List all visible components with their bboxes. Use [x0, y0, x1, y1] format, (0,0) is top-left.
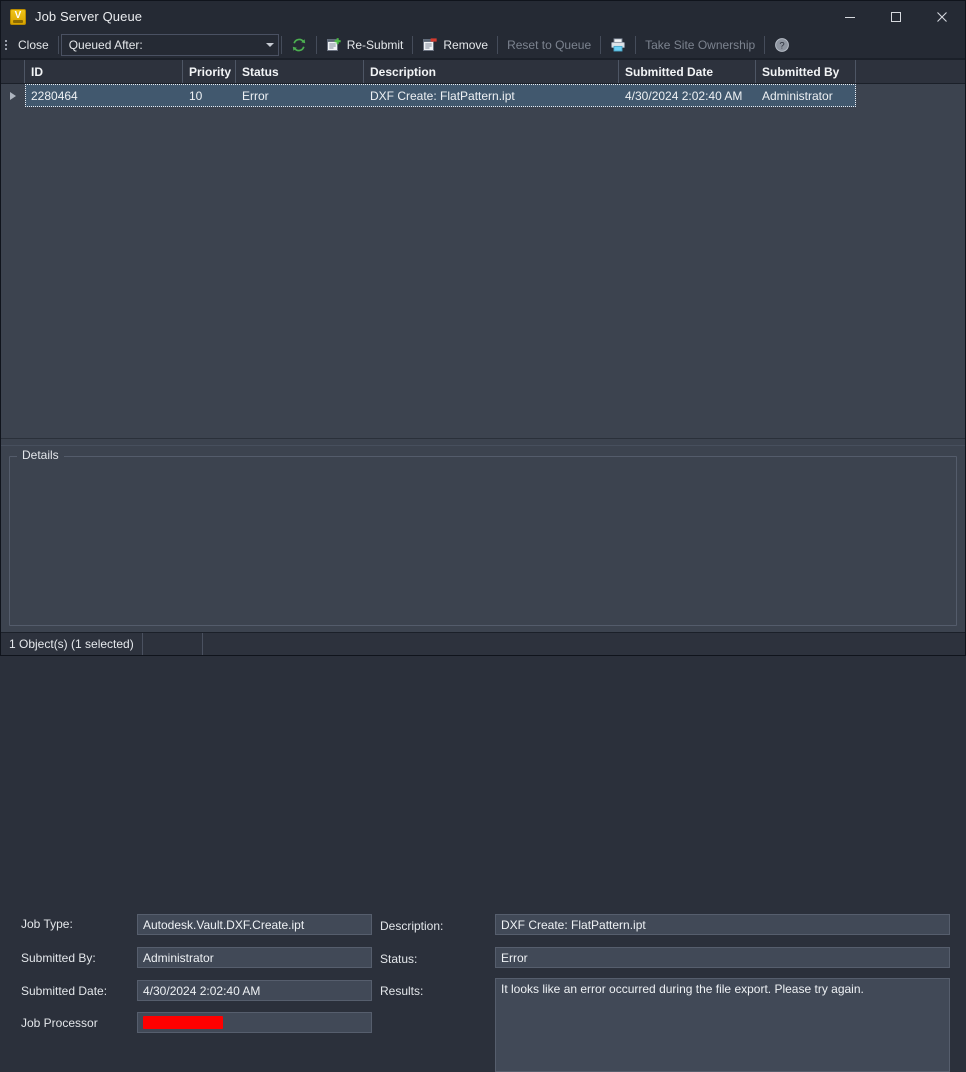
close-icon[interactable] [919, 1, 965, 32]
grid-header-id[interactable]: ID [25, 60, 183, 83]
printer-icon [610, 37, 626, 53]
queued-after-combo[interactable]: Queued After: [61, 34, 279, 56]
help-button[interactable]: ? [767, 34, 797, 56]
grid-header-submitted-date[interactable]: Submitted Date [619, 60, 756, 83]
grid-header-indicator [1, 60, 25, 83]
description-label: Description: [380, 919, 443, 934]
status-label: Status: [380, 952, 417, 967]
details-group-border [9, 456, 957, 626]
document-remove-icon [422, 37, 438, 53]
toolbar-separator-1 [58, 36, 59, 54]
job-queue-grid: ID Priority Status Description Submitted… [1, 59, 965, 438]
submitted-date-label: Submitted Date: [21, 984, 107, 999]
cell-description: DXF Create: FlatPattern.ipt [364, 84, 619, 107]
current-row-arrow-icon [10, 92, 16, 100]
toolbar: Close Queued After: [1, 32, 965, 59]
results-field[interactable]: It looks like an error occurred during t… [495, 978, 950, 1072]
toolbar-separator-8 [764, 36, 765, 54]
details-panel: Details Job Type: Autodesk.Vault.DXF.Cre… [1, 446, 965, 632]
toolbar-separator-3 [316, 36, 317, 54]
reset-to-queue-button[interactable]: Reset to Queue [500, 34, 598, 56]
chevron-down-icon [266, 43, 274, 47]
take-site-ownership-button[interactable]: Take Site Ownership [638, 34, 762, 56]
submitted-by-label: Submitted By: [21, 951, 96, 966]
remove-label: Remove [443, 38, 488, 52]
reset-to-queue-label: Reset to Queue [507, 38, 591, 52]
results-label: Results: [380, 984, 423, 999]
grid-header-priority[interactable]: Priority [183, 60, 236, 83]
details-group-title: Details [17, 448, 64, 463]
help-icon: ? [774, 37, 790, 53]
refresh-button[interactable] [284, 34, 314, 56]
window-controls [827, 1, 965, 32]
status-secondary-pane [143, 633, 203, 655]
remove-button[interactable]: Remove [415, 34, 495, 56]
resubmit-button[interactable]: Re-Submit [319, 34, 411, 56]
status-object-count: 1 Object(s) (1 selected) [1, 633, 143, 655]
description-field[interactable]: DXF Create: FlatPattern.ipt [495, 914, 950, 935]
toolbar-separator-5 [497, 36, 498, 54]
toolbar-separator-4 [412, 36, 413, 54]
cell-priority: 10 [183, 84, 236, 107]
cell-status: Error [236, 84, 364, 107]
job-type-label: Job Type: [21, 917, 73, 932]
take-site-ownership-label: Take Site Ownership [645, 38, 755, 52]
row-cells: 2280464 10 Error DXF Create: FlatPattern… [25, 84, 856, 107]
job-type-field[interactable]: Autodesk.Vault.DXF.Create.ipt [137, 914, 372, 935]
svg-text:?: ? [780, 41, 785, 52]
status-bar: 1 Object(s) (1 selected) [1, 632, 965, 655]
toolbar-separator-2 [281, 36, 282, 54]
minimize-icon[interactable] [827, 1, 873, 32]
job-server-queue-window: Job Server Queue Close Queued After: [0, 0, 966, 656]
table-row[interactable]: 2280464 10 Error DXF Create: FlatPattern… [1, 84, 965, 107]
submitted-date-field[interactable]: 4/30/2024 2:02:40 AM [137, 980, 372, 1001]
cell-submitted-by: Administrator [756, 84, 856, 107]
toolbar-separator-6 [600, 36, 601, 54]
row-indicator [1, 84, 25, 107]
vault-app-icon [10, 9, 26, 25]
status-field[interactable]: Error [495, 947, 950, 968]
window-title: Job Server Queue [35, 9, 142, 24]
maximize-icon[interactable] [873, 1, 919, 32]
refresh-icon [291, 37, 307, 53]
resubmit-label: Re-Submit [347, 38, 404, 52]
document-add-icon [326, 37, 342, 53]
grid-header-filler [856, 60, 965, 83]
drag-grip[interactable] [1, 32, 11, 58]
grid-header-row: ID Priority Status Description Submitted… [1, 60, 965, 84]
details-splitter[interactable] [1, 438, 965, 446]
grid-header-submitted-by[interactable]: Submitted By [756, 60, 856, 83]
title-bar: Job Server Queue [1, 1, 965, 32]
close-button-label: Close [18, 38, 49, 52]
cell-id: 2280464 [25, 84, 183, 107]
grid-body[interactable]: 2280464 10 Error DXF Create: FlatPattern… [1, 84, 965, 438]
close-button[interactable]: Close [11, 34, 56, 56]
queued-after-label: Queued After: [69, 38, 143, 52]
cell-submitted-date: 4/30/2024 2:02:40 AM [619, 84, 756, 107]
grid-header-description[interactable]: Description [364, 60, 619, 83]
toolbar-separator-7 [635, 36, 636, 54]
job-processor-label: Job Processor [21, 1016, 98, 1031]
submitted-by-field[interactable]: Administrator [137, 947, 372, 968]
job-processor-field[interactable] [137, 1012, 372, 1033]
grid-header-status[interactable]: Status [236, 60, 364, 83]
print-button[interactable] [603, 34, 633, 56]
redaction-bar [143, 1016, 223, 1029]
